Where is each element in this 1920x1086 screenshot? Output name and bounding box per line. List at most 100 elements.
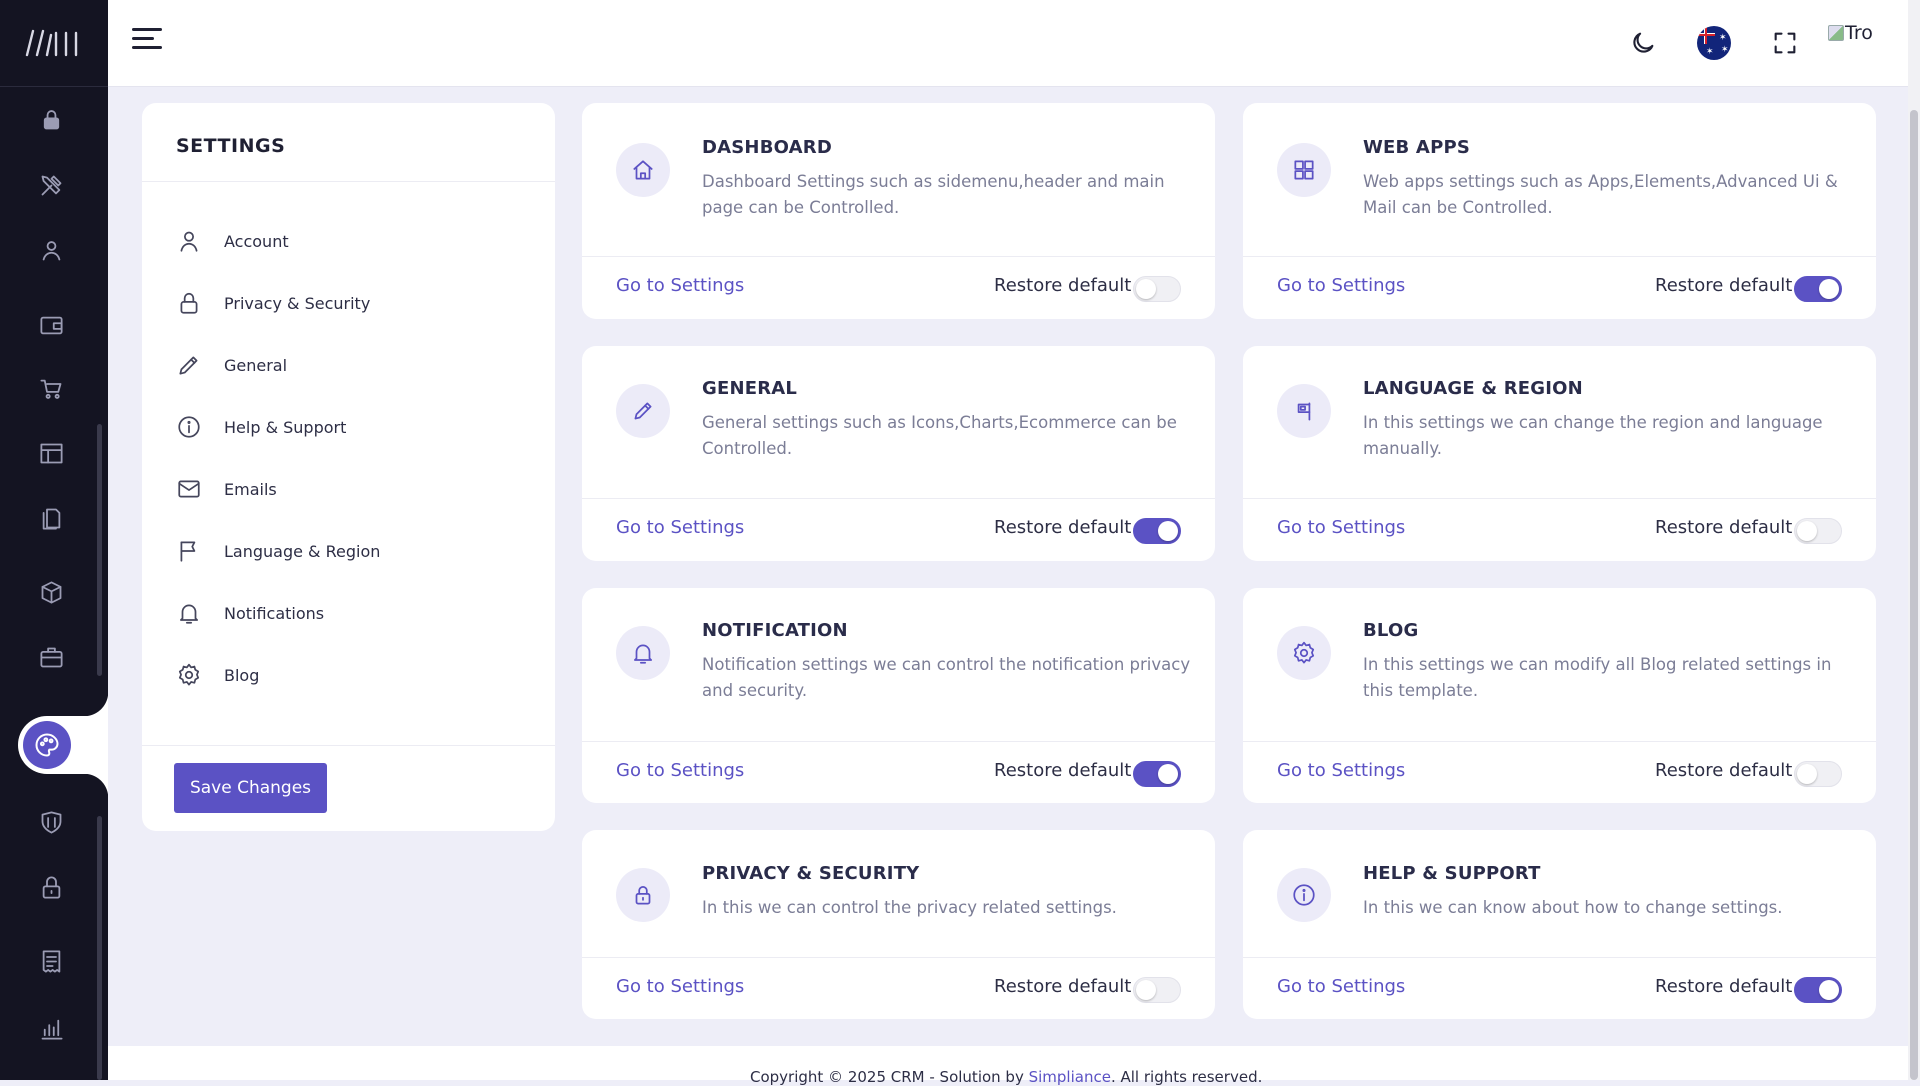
settings-item-language-region[interactable]: Language & Region <box>176 531 516 571</box>
card-description: In this we can know about how to change … <box>1363 898 1783 917</box>
card-title: GENERAL <box>702 378 798 399</box>
vendor-link[interactable]: Simpliance <box>1029 1068 1111 1086</box>
rail-scrollbar[interactable] <box>97 424 102 676</box>
go-to-settings-link[interactable]: Go to Settings <box>1277 760 1405 781</box>
restore-default-label: Restore default <box>1655 517 1793 538</box>
card-title: DASHBOARD <box>702 137 832 158</box>
settings-item-account[interactable]: Account <box>176 221 516 261</box>
rail-cart-icon[interactable] <box>32 369 70 407</box>
restore-default-toggle[interactable] <box>1794 276 1842 302</box>
flag-icon <box>180 541 196 562</box>
restore-default-label: Restore default <box>994 275 1132 296</box>
rail-lock-icon[interactable] <box>32 100 70 138</box>
user-icon <box>180 231 198 252</box>
restore-default-toggle[interactable] <box>1794 761 1842 787</box>
rail-box-icon[interactable] <box>32 573 70 611</box>
divider <box>582 498 1215 499</box>
restore-default-label: Restore default <box>994 517 1132 538</box>
dark-mode-toggle-icon[interactable] <box>1624 24 1662 62</box>
go-to-settings-link[interactable]: Go to Settings <box>616 760 744 781</box>
restore-default-toggle[interactable] <box>1794 518 1842 544</box>
settings-item-general[interactable]: General <box>176 345 516 385</box>
divider <box>582 741 1215 742</box>
divider <box>142 181 555 182</box>
divider <box>142 745 555 746</box>
copyright-text: Copyright © 2025 CRM - Solution by Simpl… <box>750 1068 1263 1086</box>
settings-item-notifications[interactable]: Notifications <box>176 593 516 633</box>
go-to-settings-link[interactable]: Go to Settings <box>616 976 744 997</box>
card-title: LANGUAGE & REGION <box>1363 378 1583 399</box>
setting-card-dashboard: DASHBOARD Dashboard Settings such as sid… <box>582 103 1215 319</box>
rail-padlock-icon[interactable] <box>32 868 70 906</box>
restore-default-label: Restore default <box>1655 275 1793 296</box>
restore-default-label: Restore default <box>994 976 1132 997</box>
rail-tools-icon[interactable] <box>32 166 70 204</box>
card-description: In this settings we can change the regio… <box>1363 413 1823 458</box>
card-title: WEB APPS <box>1363 137 1471 158</box>
rail-palette-icon[interactable] <box>23 721 71 769</box>
sidebar-rail <box>0 0 108 1080</box>
card-title: BLOG <box>1363 620 1419 641</box>
rail-layout-icon[interactable] <box>32 434 70 472</box>
bell-icon <box>180 604 198 624</box>
setting-card-general: GENERAL General settings such as Icons,C… <box>582 346 1215 561</box>
go-to-settings-link[interactable]: Go to Settings <box>1277 275 1405 296</box>
settings-item-blog[interactable]: Blog <box>176 655 516 695</box>
settings-title: SETTINGS <box>176 135 286 157</box>
gear-icon <box>1277 626 1331 680</box>
rail-shield-icon[interactable] <box>32 803 70 841</box>
info-icon <box>178 416 200 438</box>
go-to-settings-link[interactable]: Go to Settings <box>616 275 744 296</box>
setting-card-web-apps: WEB APPS Web apps settings such as Apps,… <box>1243 103 1876 319</box>
restore-default-toggle[interactable] <box>1794 977 1842 1003</box>
grid-icon <box>1277 143 1331 197</box>
divider <box>1243 256 1876 257</box>
card-description: General settings such as Icons,Charts,Ec… <box>702 413 1177 458</box>
divider <box>1243 957 1876 958</box>
fullscreen-icon[interactable] <box>1766 24 1804 62</box>
pencil-icon <box>179 356 198 375</box>
rail-scrollbar-lower[interactable] <box>97 816 102 1080</box>
restore-default-toggle[interactable] <box>1133 518 1181 544</box>
rail-receipt-icon[interactable] <box>32 942 70 980</box>
home-icon <box>616 143 670 197</box>
rail-briefcase-icon[interactable] <box>32 638 70 676</box>
language-flag-icon[interactable]: ✶ ✶ ✶ <box>1695 24 1733 62</box>
restore-default-label: Restore default <box>994 760 1132 781</box>
divider <box>582 256 1215 257</box>
card-description: In this settings we can modify all Blog … <box>1363 655 1832 700</box>
settings-item-help-support[interactable]: Help & Support <box>176 407 516 447</box>
setting-card-language-region: LANGUAGE & REGION In this settings we ca… <box>1243 346 1876 561</box>
go-to-settings-link[interactable]: Go to Settings <box>1277 976 1405 997</box>
restore-default-toggle[interactable] <box>1133 977 1181 1003</box>
menu-toggle-icon[interactable] <box>132 28 162 58</box>
card-description: Notification settings we can control the… <box>702 655 1191 700</box>
brand-logo[interactable] <box>0 0 108 87</box>
go-to-settings-link[interactable]: Go to Settings <box>1277 517 1405 538</box>
pencil-icon <box>616 384 670 438</box>
restore-default-toggle[interactable] <box>1133 761 1181 787</box>
settings-menu-card: SETTINGS Account Privacy & Security Gene… <box>142 103 555 831</box>
setting-card-blog: BLOG In this settings we can modify all … <box>1243 588 1876 803</box>
settings-item-emails[interactable]: Emails <box>176 469 516 509</box>
restore-default-toggle[interactable] <box>1133 276 1181 302</box>
logo-icon <box>25 29 78 57</box>
rail-files-icon[interactable] <box>32 499 70 537</box>
card-description: In this we can control the privacy relat… <box>702 898 1117 917</box>
card-description: Web apps settings such as Apps,Elements,… <box>1363 172 1838 217</box>
rail-chart-icon[interactable] <box>32 1009 70 1047</box>
lock-icon <box>180 292 198 314</box>
go-to-settings-link[interactable]: Go to Settings <box>616 517 744 538</box>
save-changes-button[interactable]: Save Changes <box>174 763 327 813</box>
bell-icon <box>616 626 670 680</box>
profile-avatar[interactable]: Tro <box>1828 22 1873 44</box>
page-scrollbar[interactable] <box>1908 0 1920 1080</box>
setting-card-notification: NOTIFICATION Notification settings we ca… <box>582 588 1215 803</box>
rail-user-icon[interactable] <box>32 231 70 269</box>
setting-card-help-support: HELP & SUPPORT In this we can know about… <box>1243 830 1876 1019</box>
rail-wallet-icon[interactable] <box>32 306 70 344</box>
settings-item-privacy-security[interactable]: Privacy & Security <box>176 283 516 323</box>
card-title: PRIVACY & SECURITY <box>702 863 920 884</box>
card-title: NOTIFICATION <box>702 620 848 641</box>
scrollbar-thumb[interactable] <box>1910 110 1918 1080</box>
